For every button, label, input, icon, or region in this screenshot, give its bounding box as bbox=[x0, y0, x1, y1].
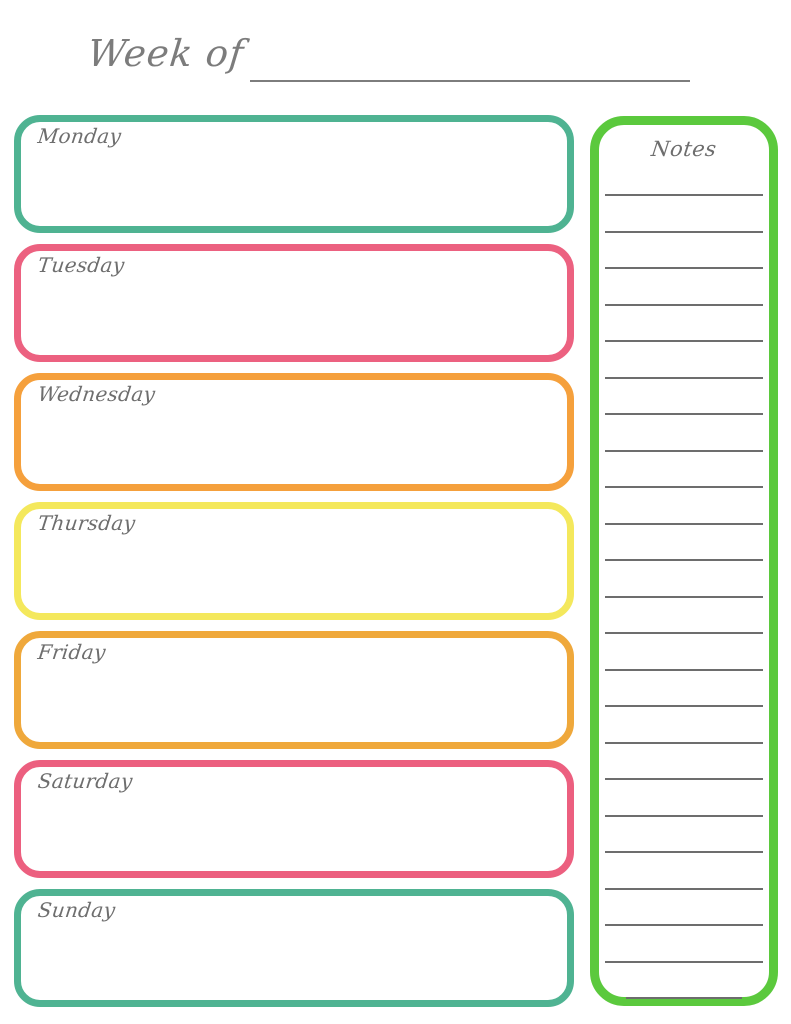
notes-line[interactable] bbox=[605, 814, 763, 817]
notes-line[interactable] bbox=[605, 851, 763, 853]
week-of-write-in-line[interactable] bbox=[250, 80, 690, 82]
notes-line[interactable] bbox=[605, 413, 763, 415]
day-label: Friday bbox=[36, 640, 108, 664]
day-label: Thursday bbox=[36, 511, 137, 535]
day-label: Monday bbox=[36, 124, 123, 148]
notes-line[interactable] bbox=[605, 449, 763, 452]
day-box-monday[interactable]: Monday bbox=[14, 115, 574, 233]
notes-line[interactable] bbox=[605, 741, 763, 744]
day-box-thursday[interactable]: Thursday bbox=[14, 502, 574, 620]
notes-line[interactable] bbox=[605, 632, 763, 634]
day-label: Saturday bbox=[36, 769, 135, 793]
notes-line[interactable] bbox=[605, 230, 763, 233]
notes-line[interactable] bbox=[605, 705, 763, 707]
notes-lines bbox=[599, 125, 769, 999]
notes-line[interactable] bbox=[605, 486, 763, 488]
notes-line[interactable] bbox=[605, 376, 763, 379]
day-box-tuesday[interactable]: Tuesday bbox=[14, 244, 574, 362]
days-column: Monday Tuesday Wednesday Thursday Friday Satu… bbox=[14, 115, 574, 1018]
day-label: Wednesday bbox=[36, 382, 157, 406]
notes-line[interactable] bbox=[605, 194, 763, 196]
notes-line[interactable] bbox=[605, 887, 763, 890]
day-box-saturday[interactable]: Saturday bbox=[14, 760, 574, 878]
page-header: Week of bbox=[0, 14, 791, 92]
notes-line[interactable] bbox=[605, 303, 763, 306]
notes-line[interactable] bbox=[605, 340, 763, 342]
notes-line[interactable] bbox=[605, 267, 763, 269]
notes-panel[interactable]: Notes bbox=[590, 116, 778, 1006]
notes-line[interactable] bbox=[605, 595, 763, 598]
day-box-wednesday[interactable]: Wednesday bbox=[14, 373, 574, 491]
day-label: Sunday bbox=[36, 898, 117, 922]
day-box-friday[interactable]: Friday bbox=[14, 631, 574, 749]
notes-line[interactable] bbox=[605, 778, 763, 780]
planner-page: Week of Monday Tuesday Wednesday Thursday Fr… bbox=[0, 0, 791, 1024]
page-title: Week of bbox=[85, 32, 247, 75]
notes-line[interactable] bbox=[605, 960, 763, 963]
notes-line[interactable] bbox=[605, 559, 763, 561]
day-box-sunday[interactable]: Sunday bbox=[14, 889, 574, 1007]
notes-line[interactable] bbox=[605, 924, 763, 926]
notes-line[interactable] bbox=[605, 668, 763, 671]
notes-line[interactable] bbox=[605, 522, 763, 525]
notes-line[interactable] bbox=[626, 997, 742, 999]
day-label: Tuesday bbox=[36, 253, 126, 277]
